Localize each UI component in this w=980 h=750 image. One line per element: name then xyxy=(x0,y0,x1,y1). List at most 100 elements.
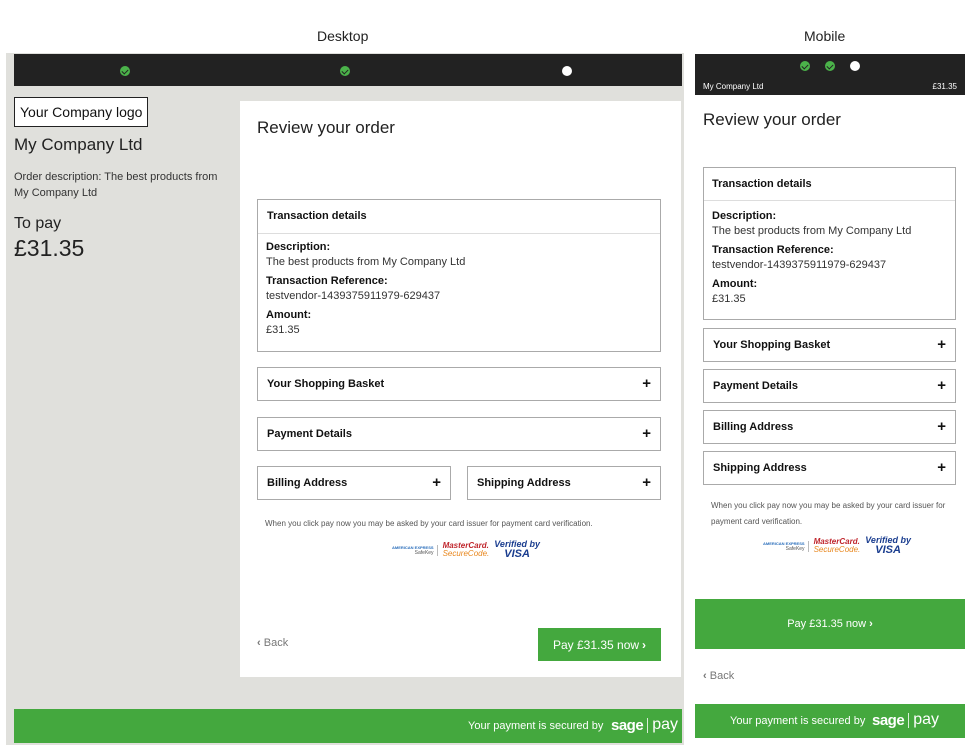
amount-label: Amount: xyxy=(266,309,312,321)
back-label: Back xyxy=(263,637,289,649)
sage-logo-word: sage xyxy=(872,711,905,729)
shipping-address-label: Shipping Address xyxy=(477,477,571,489)
pay-now-button[interactable]: Pay £31.35 now › xyxy=(538,628,661,661)
pay-now-label: Pay £31.35 now xyxy=(787,618,867,630)
transaction-details-card: Transaction details Description: The bes… xyxy=(257,199,661,352)
mobile-company-name: My Company Ltd xyxy=(703,82,764,91)
back-link[interactable]: ‹ Back xyxy=(703,670,734,682)
payment-details-accordion[interactable]: Payment Details + xyxy=(257,417,661,451)
shopping-basket-label: Your Shopping Basket xyxy=(713,339,831,351)
step-1-complete-icon xyxy=(800,61,810,71)
description-label: Description: xyxy=(712,210,777,222)
order-description: Order description: The best products fro… xyxy=(14,171,218,199)
mobile-amount: £31.35 xyxy=(932,82,957,91)
to-pay-amount: £31.35 xyxy=(14,235,85,261)
expand-icon: + xyxy=(937,336,946,353)
review-panel: Review your order Transaction details De… xyxy=(240,101,681,677)
amount-label: Amount: xyxy=(712,278,758,290)
expand-icon: + xyxy=(642,425,651,442)
visa-logo-text: VISA xyxy=(875,544,901,556)
pay-logo-word: pay xyxy=(913,711,939,728)
safekey-logo-text: SafeKey xyxy=(785,545,805,552)
safekey-logo-text: SafeKey xyxy=(414,549,434,556)
mobile-view: My Company Ltd £31.35 Review your order … xyxy=(695,53,965,745)
expand-icon: + xyxy=(432,474,441,491)
mastercard-securecode-logo: MasterCard. SecureCode. xyxy=(814,538,861,554)
reference-label: Transaction Reference: xyxy=(712,244,834,256)
pay-now-button[interactable]: Pay £31.35 now › xyxy=(695,599,965,649)
pay-logo-word: pay xyxy=(652,716,678,733)
page-title: Review your order xyxy=(703,110,841,129)
description-value: The best products from My Company Ltd xyxy=(712,225,912,237)
step-2-complete-icon xyxy=(825,61,835,71)
description-label: Description: xyxy=(266,241,331,253)
mobile-progress-bar: My Company Ltd £31.35 xyxy=(695,54,965,95)
securecode-logo-text: SecureCode. xyxy=(442,549,490,558)
desktop-view-label: Desktop xyxy=(317,28,369,44)
back-link[interactable]: ‹ Back xyxy=(257,637,288,649)
amex-safekey-logo: AMERICAN EXPRESS SafeKey xyxy=(763,540,809,552)
billing-address-accordion[interactable]: Billing Address + xyxy=(257,466,451,500)
billing-address-accordion[interactable]: Billing Address + xyxy=(703,410,956,444)
expand-icon: + xyxy=(642,375,651,392)
chevron-left-icon: ‹ xyxy=(703,670,707,682)
billing-address-label: Billing Address xyxy=(267,477,348,489)
reference-value: testvendor-1439375911979-629437 xyxy=(712,259,887,271)
page-title: Review your order xyxy=(257,118,395,137)
secure-footer: Your payment is secured by sage pay xyxy=(14,709,682,743)
shopping-basket-label: Your Shopping Basket xyxy=(267,378,385,390)
to-pay-label: To pay xyxy=(14,215,62,232)
progress-bar xyxy=(14,54,682,86)
step-1-complete-icon xyxy=(120,66,130,76)
shipping-address-label: Shipping Address xyxy=(713,462,807,474)
shopping-basket-accordion[interactable]: Your Shopping Basket + xyxy=(257,367,661,401)
reference-value: testvendor-1439375911979-629437 xyxy=(266,290,441,302)
verification-notice: When you click pay now you may be asked … xyxy=(265,519,593,528)
shopping-basket-accordion[interactable]: Your Shopping Basket + xyxy=(703,328,956,362)
back-label: Back xyxy=(709,670,735,682)
chevron-right-icon: › xyxy=(869,618,873,630)
securecode-logo-text: SecureCode. xyxy=(813,545,861,554)
step-3-current-icon xyxy=(850,61,860,71)
amount-value: £31.35 xyxy=(712,293,746,305)
mobile-view-label: Mobile xyxy=(804,28,846,44)
desktop-view: Your Company logo My Company Ltd Order d… xyxy=(6,53,684,745)
transaction-details-card: Transaction details Description: The bes… xyxy=(703,167,956,320)
description-value: The best products from My Company Ltd xyxy=(266,256,466,268)
expand-icon: + xyxy=(937,418,946,435)
company-name: My Company Ltd xyxy=(14,135,143,154)
transaction-details-header: Transaction details xyxy=(267,210,367,222)
expand-icon: + xyxy=(937,377,946,394)
company-logo: Your Company logo xyxy=(14,97,149,127)
step-3-current-icon xyxy=(562,66,572,76)
transaction-details-header: Transaction details xyxy=(712,178,812,190)
chevron-right-icon: › xyxy=(642,637,647,652)
mastercard-securecode-logo: MasterCard. SecureCode. xyxy=(443,542,490,558)
card-security-logos: AMERICAN EXPRESS SafeKey MasterCard. Sec… xyxy=(763,536,911,556)
secured-by-text: Your payment is secured by xyxy=(730,715,866,727)
secured-by-text: Your payment is secured by xyxy=(468,720,604,732)
logo-separator xyxy=(647,717,649,733)
payment-details-label: Payment Details xyxy=(713,380,798,392)
visa-logo-text: VISA xyxy=(504,548,530,560)
amount-value: £31.35 xyxy=(266,324,300,336)
step-2-complete-icon xyxy=(340,66,350,76)
verification-notice: When you click pay now you may be asked … xyxy=(711,501,946,526)
billing-address-label: Billing Address xyxy=(713,421,794,433)
reference-label: Transaction Reference: xyxy=(266,275,388,287)
expand-icon: + xyxy=(642,474,651,491)
verified-by-visa-logo: Verified by VISA xyxy=(494,540,540,560)
shipping-address-accordion[interactable]: Shipping Address + xyxy=(703,451,956,485)
sage-logo-word: sage xyxy=(611,716,644,734)
expand-icon: + xyxy=(937,459,946,476)
sage-pay-logo: sage pay xyxy=(611,716,678,734)
card-security-logos: AMERICAN EXPRESS SafeKey MasterCard. Sec… xyxy=(392,540,540,560)
payment-details-accordion[interactable]: Payment Details + xyxy=(703,369,956,403)
sage-pay-logo: sage pay xyxy=(872,711,939,729)
secure-footer: Your payment is secured by sage pay xyxy=(695,704,965,738)
chevron-left-icon: ‹ xyxy=(257,637,261,649)
logo-separator xyxy=(908,712,910,728)
payment-details-label: Payment Details xyxy=(267,428,352,440)
pay-now-label: Pay £31.35 now xyxy=(552,637,640,652)
shipping-address-accordion[interactable]: Shipping Address + xyxy=(467,466,661,500)
